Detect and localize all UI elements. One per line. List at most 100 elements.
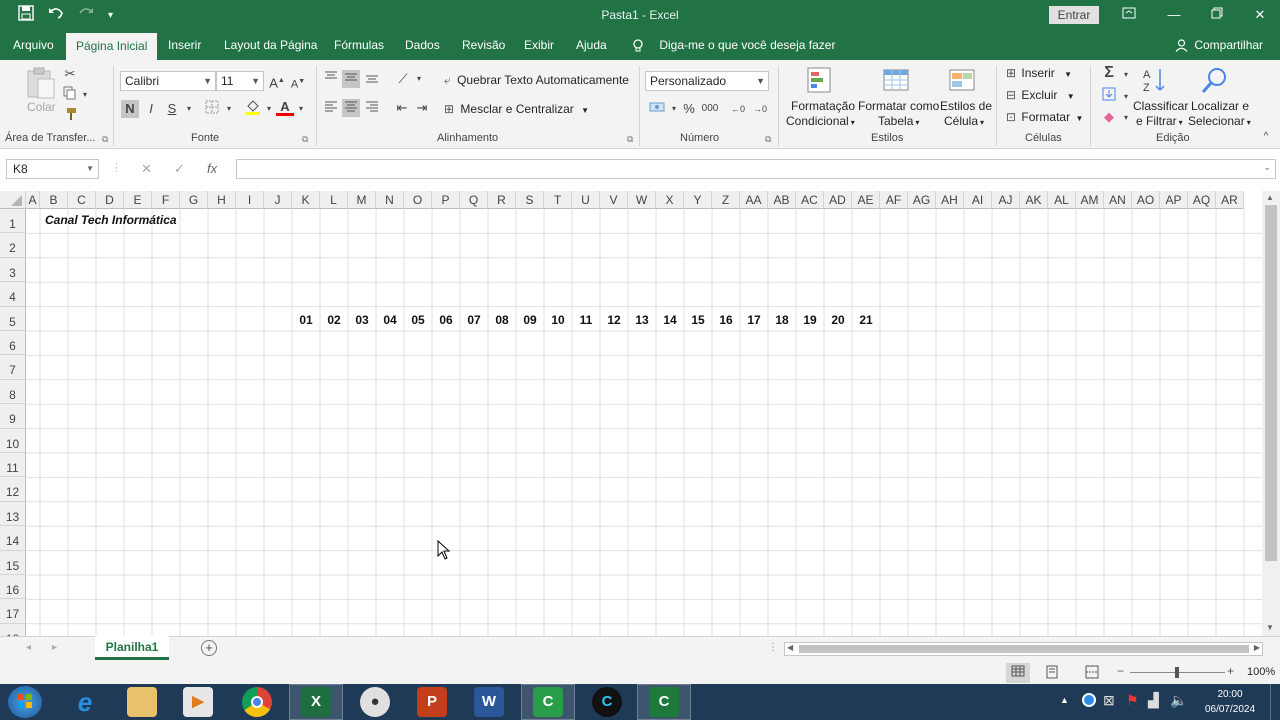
copy-dropdown-icon[interactable]: ▾ [76, 86, 94, 104]
cell-styles-label-2[interactable]: Célula ▾ [944, 114, 984, 128]
find-select-label-2[interactable]: Selecionar ▾ [1188, 114, 1251, 128]
minimize-icon[interactable]: — [1151, 4, 1197, 26]
page-layout-view-icon[interactable] [1045, 665, 1059, 682]
scroll-right-icon[interactable]: ▶ [1254, 643, 1260, 652]
italic-button[interactable]: I [142, 100, 160, 118]
show-hidden-icons[interactable]: ▲ [1060, 695, 1069, 705]
borders-dropdown-icon[interactable]: ▾ [220, 100, 238, 118]
bold-button[interactable]: N [121, 100, 139, 118]
clear-icon[interactable]: ◆ [1100, 108, 1118, 126]
row-header-7[interactable]: 7 [0, 355, 26, 380]
column-header-q[interactable]: Q [460, 191, 488, 209]
formula-input[interactable]: ⌄ [236, 159, 1276, 179]
horizontal-scrollbar[interactable]: ◀ ▶ [784, 642, 1263, 656]
name-box[interactable]: K8 ▼ [6, 159, 99, 179]
align-center-icon[interactable] [342, 99, 360, 117]
orientation-dropdown-icon[interactable]: ▾ [410, 70, 428, 88]
increase-indent-icon[interactable]: ⇥ [413, 99, 431, 117]
page-break-view-icon[interactable] [1085, 665, 1099, 682]
prev-sheet-icon[interactable]: ◂ [26, 642, 31, 653]
column-header-e[interactable]: E [124, 191, 152, 209]
wrap-text-button[interactable]: ⤶ Quebrar Texto Automaticamente [444, 73, 629, 88]
cell-y5[interactable]: 15 [684, 313, 712, 327]
cell-ae5[interactable]: 21 [852, 313, 880, 327]
row-header-11[interactable]: 11 [0, 453, 26, 478]
percent-button[interactable]: % [680, 100, 698, 118]
format-cells-button[interactable]: ⊡ Formatar ▼ [1006, 110, 1083, 124]
autosum-icon[interactable]: Σ [1100, 64, 1118, 82]
camtasia-recorder-icon[interactable]: C [649, 687, 679, 717]
decrease-decimal-icon[interactable]: →0 [751, 100, 769, 118]
row-header-13[interactable]: 13 [0, 501, 26, 527]
column-header-ao[interactable]: AO [1132, 191, 1160, 209]
vertical-scrollbar[interactable]: ▲ ▼ [1262, 191, 1280, 636]
conditional-formatting-label-2[interactable]: Condicional ▾ [786, 114, 855, 128]
column-header-n[interactable]: N [376, 191, 404, 209]
column-header-l[interactable]: L [320, 191, 348, 209]
tray-network-disabled-icon[interactable]: ⊠ [1103, 692, 1115, 709]
find-select-icon[interactable] [1200, 66, 1230, 99]
cell-q5[interactable]: 07 [460, 313, 488, 327]
sort-filter-label-1[interactable]: Classificar [1133, 99, 1188, 113]
conditional-formatting-label-1[interactable]: Formatação [791, 99, 855, 113]
sheet-tab-planilha1[interactable]: Planilha1 [95, 636, 169, 660]
close-icon[interactable]: ✕ [1237, 4, 1280, 26]
column-header-ai[interactable]: AI [964, 191, 992, 209]
column-header-af[interactable]: AF [880, 191, 908, 209]
tab-ajuda[interactable]: Ajuda [566, 30, 617, 60]
find-select-label-1[interactable]: Localizar e [1191, 99, 1249, 113]
decrease-indent-icon[interactable]: ⇤ [393, 99, 411, 117]
cancel-icon[interactable]: ✕ [141, 161, 152, 177]
format-as-table-label-2[interactable]: Tabela ▾ [878, 114, 919, 128]
column-header-aq[interactable]: AQ [1188, 191, 1216, 209]
column-header-m[interactable]: M [348, 191, 376, 209]
sort-filter-label-2[interactable]: e Filtrar ▾ [1136, 114, 1183, 128]
column-header-f[interactable]: F [152, 191, 180, 209]
column-header-g[interactable]: G [180, 191, 208, 209]
align-left-icon[interactable] [322, 99, 340, 117]
cell-styles-icon[interactable] [948, 66, 978, 99]
underline-dropdown-icon[interactable]: ▾ [180, 100, 198, 118]
cell-p5[interactable]: 06 [432, 313, 460, 327]
font-name-select[interactable]: Calibri ▼ [120, 71, 216, 91]
tab-formulas[interactable]: Fórmulas [324, 30, 394, 60]
next-sheet-icon[interactable]: ▸ [52, 642, 57, 653]
underline-button[interactable]: S [163, 100, 181, 118]
expand-formula-icon[interactable]: ⌄ [1263, 162, 1271, 173]
column-header-ap[interactable]: AP [1160, 191, 1188, 209]
increase-decimal-icon[interactable]: ←0 [729, 100, 747, 118]
column-header-v[interactable]: V [600, 191, 628, 209]
camtasia-icon[interactable]: C [533, 687, 563, 717]
zoom-in-icon[interactable]: + [1227, 664, 1234, 678]
decrease-font-icon[interactable]: A▼ [289, 73, 307, 91]
cell-aa5[interactable]: 17 [740, 313, 768, 327]
row-header-8[interactable]: 8 [0, 379, 26, 405]
alignment-launcher-icon[interactable]: ⧉ [627, 134, 633, 145]
column-header-ac[interactable]: AC [796, 191, 824, 209]
column-header-ar[interactable]: AR [1216, 191, 1244, 209]
number-launcher-icon[interactable]: ⧉ [765, 134, 771, 145]
column-header-z[interactable]: Z [712, 191, 740, 209]
select-all-corner[interactable] [0, 191, 26, 209]
cell-r5[interactable]: 08 [488, 313, 516, 327]
tab-revisao[interactable]: Revisão [452, 30, 515, 60]
zoom-out-icon[interactable]: − [1117, 664, 1124, 678]
media-player-icon[interactable]: ▶ [183, 687, 213, 717]
column-header-r[interactable]: R [488, 191, 516, 209]
capture-icon[interactable]: C [592, 687, 622, 717]
restore-icon[interactable] [1194, 4, 1240, 26]
column-header-h[interactable]: H [208, 191, 236, 209]
powerpoint-icon[interactable]: P [417, 687, 447, 717]
collapse-ribbon-icon[interactable]: ^ [1257, 128, 1275, 146]
row-header-10[interactable]: 10 [0, 428, 26, 453]
column-header-o[interactable]: O [404, 191, 432, 209]
column-header-y[interactable]: Y [684, 191, 712, 209]
internet-explorer-icon[interactable]: e [70, 687, 100, 717]
column-header-u[interactable]: U [572, 191, 600, 209]
tab-dados[interactable]: Dados [395, 30, 450, 60]
autosum-dropdown-icon[interactable]: ▾ [1117, 66, 1135, 84]
normal-view-icon[interactable] [1006, 663, 1030, 683]
insert-function-button[interactable]: fx [207, 161, 217, 176]
horizontal-scroll-thumb[interactable] [799, 645, 1249, 653]
row-header-4[interactable]: 4 [0, 282, 26, 307]
